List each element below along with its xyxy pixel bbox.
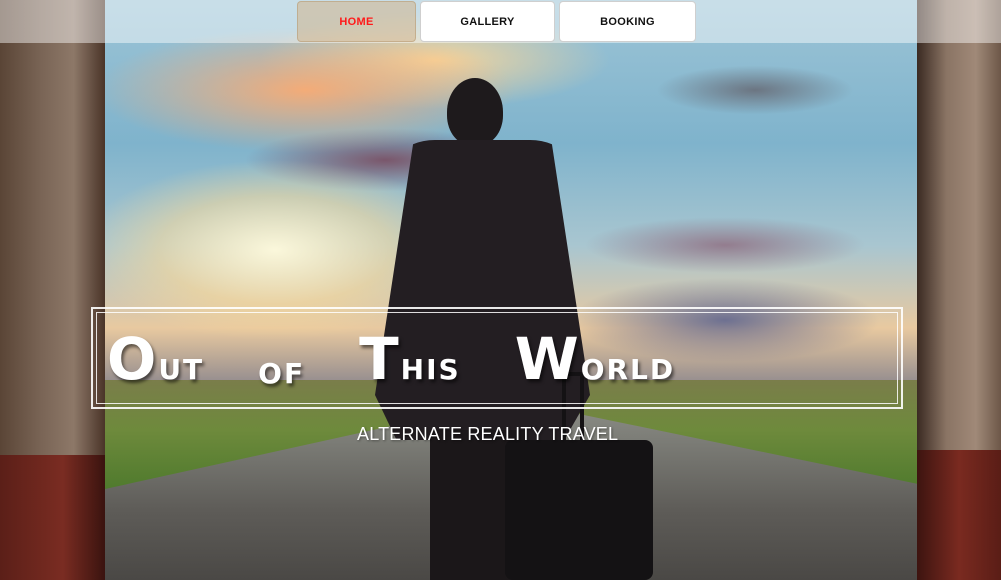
title-initial: T [359, 325, 401, 393]
nav-booking-button[interactable]: BOOKING [559, 1, 696, 42]
title-word: of [258, 347, 305, 393]
hero-title-frame: Out of This World [91, 307, 903, 409]
title-word-rest: ut [158, 343, 205, 389]
title-word: Out [107, 325, 204, 393]
hero-title: Out of This World [107, 323, 897, 393]
hero-background [0, 0, 1001, 580]
title-word: This [359, 325, 461, 393]
hero-subtitle: ALTERNATE REALITY TRAVEL [357, 424, 619, 444]
main-nav: HOME GALLERY BOOKING [297, 1, 696, 42]
nav-home-button[interactable]: HOME [297, 1, 416, 42]
right-doorway-pillar [917, 0, 1001, 580]
title-word-rest: his [400, 343, 461, 389]
nav-gallery-button[interactable]: GALLERY [420, 1, 555, 42]
title-word-rest: of [258, 347, 306, 393]
title-word-rest: orld [580, 343, 676, 389]
left-doorway-pillar [0, 0, 105, 580]
traveler-silhouette-head [447, 78, 503, 146]
title-word: World [515, 325, 675, 393]
title-initial: W [514, 325, 581, 393]
title-initial: O [107, 325, 159, 393]
suitcase [505, 440, 653, 580]
